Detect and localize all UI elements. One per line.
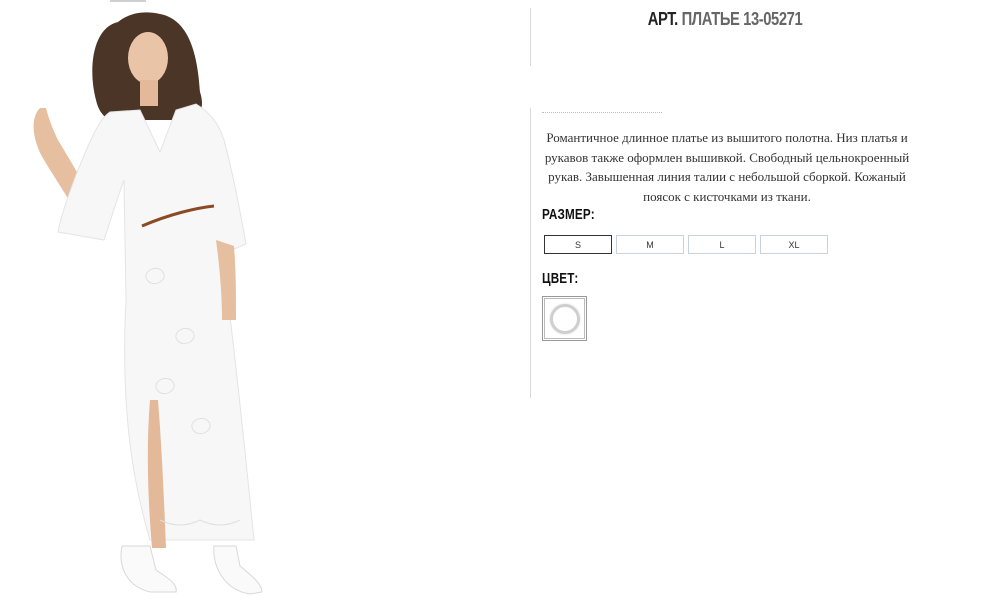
size-option-xl[interactable]: XL bbox=[760, 235, 828, 254]
size-label: РАЗМЕР: bbox=[542, 206, 595, 223]
white-circle-icon bbox=[549, 303, 580, 334]
size-option-m[interactable]: M bbox=[616, 235, 684, 254]
size-selector: S M L XL bbox=[544, 235, 828, 254]
product-description: Романтичное длинное платье из вышитого п… bbox=[544, 130, 910, 204]
color-swatch-white[interactable] bbox=[542, 296, 587, 341]
product-photo[interactable] bbox=[0, 0, 320, 606]
color-label: ЦВЕТ: bbox=[542, 270, 579, 287]
model-illustration bbox=[33, 12, 263, 595]
dotted-separator bbox=[542, 112, 662, 113]
title-product-name: ПЛАТЬЕ 13-05271 bbox=[681, 9, 803, 29]
photo-thumbnail-indicator bbox=[110, 0, 146, 2]
swatch-frame bbox=[544, 298, 585, 339]
size-option-s[interactable]: S bbox=[544, 235, 612, 254]
divider-top bbox=[530, 8, 531, 66]
divider-main bbox=[530, 108, 531, 398]
title-prefix: АРТ. bbox=[647, 9, 679, 29]
size-option-l[interactable]: L bbox=[688, 235, 756, 254]
product-title: АРТ. ПЛАТЬЕ 13-05271 bbox=[623, 9, 828, 30]
